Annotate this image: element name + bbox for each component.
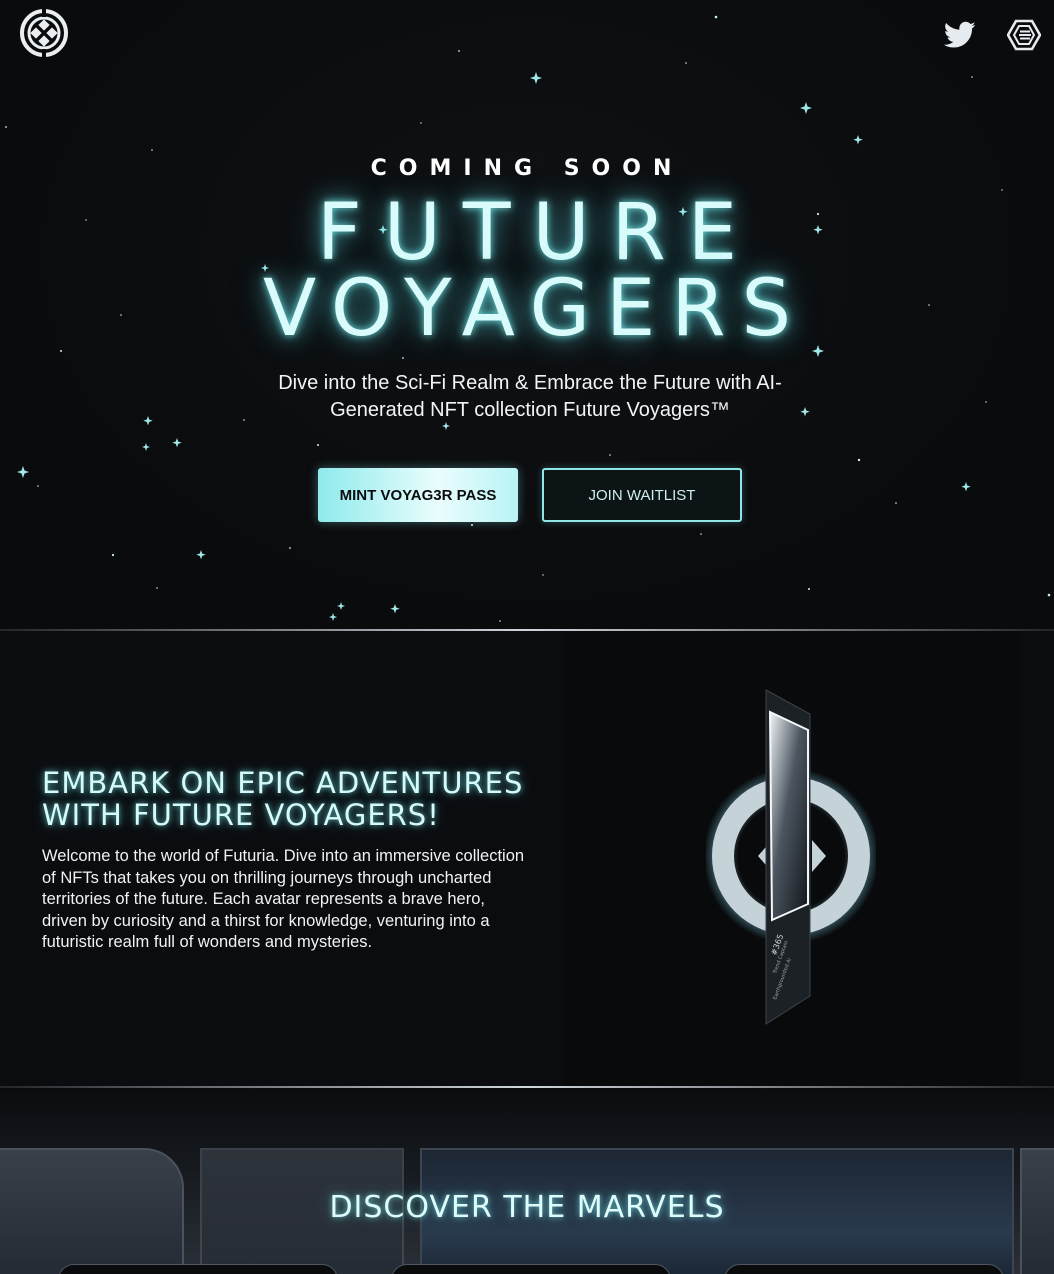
twitter-icon[interactable] bbox=[943, 18, 977, 52]
about-section: EMBARK ON EPIC ADVENTURES WITH FUTURE VO… bbox=[0, 631, 1054, 1086]
coming-soon-label: COMING SOON bbox=[370, 156, 684, 181]
join-waitlist-button[interactable]: JOIN WAITLIST bbox=[542, 468, 742, 522]
hero-subtitle: Dive into the Sci-Fi Realm & Embrace the… bbox=[278, 372, 782, 421]
marvels-section bbox=[0, 1088, 1054, 1274]
hero-section: COMING SOON FUTURE VOYAGERS Dive into th… bbox=[0, 0, 1054, 630]
marvel-card[interactable] bbox=[724, 1264, 1004, 1274]
about-title: EMBARK ON EPIC ADVENTURES WITH FUTURE VO… bbox=[42, 766, 524, 832]
marvels-title: DISCOVER THE MARVELS bbox=[329, 1190, 725, 1225]
etherscan-icon[interactable] bbox=[1007, 18, 1041, 52]
marvel-card[interactable] bbox=[391, 1264, 671, 1274]
nft-card-artwork: #365 Trend Captain Earthgrounded AI bbox=[706, 689, 876, 1025]
hero-title-line-1: FUTURE bbox=[316, 188, 760, 278]
mint-pass-button[interactable]: MINT VOYAG3R PASS bbox=[318, 468, 518, 522]
voyager-logo-icon[interactable] bbox=[20, 9, 68, 57]
about-body: Welcome to the world of Futuria. Dive in… bbox=[42, 847, 525, 952]
hero-title-line-2: VOYAGERS bbox=[262, 264, 808, 354]
marvel-card[interactable] bbox=[58, 1264, 338, 1274]
page: COMING SOON FUTURE VOYAGERS Dive into th… bbox=[0, 0, 1054, 1274]
